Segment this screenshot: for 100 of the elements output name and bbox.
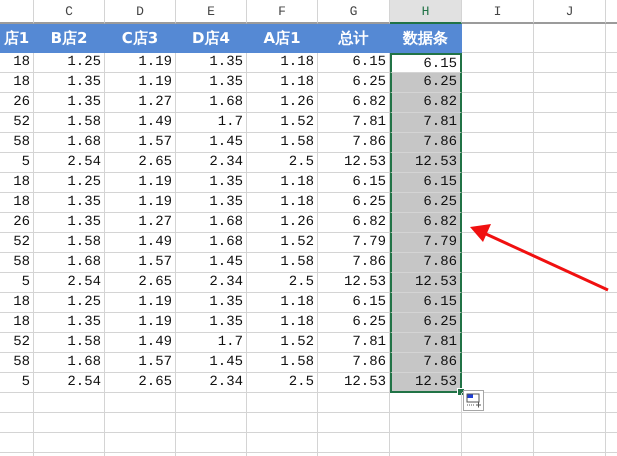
table-cell[interactable]: 7.81 (390, 333, 462, 353)
table-cell: 1.52 (247, 113, 318, 133)
table-cell[interactable]: 12.53 (390, 153, 462, 173)
table-cell[interactable]: 6.15 (390, 53, 462, 73)
table-cell: 2.5 (247, 373, 318, 393)
table-cell[interactable]: 6.82 (390, 93, 462, 113)
empty-cell (534, 253, 606, 273)
empty-cell (534, 293, 606, 313)
table-cell: 1.45 (176, 133, 247, 153)
empty-cell (0, 413, 34, 433)
table-cell: 1.35 (34, 193, 105, 213)
empty-cell (390, 433, 462, 453)
table-cell: 1.26 (247, 213, 318, 233)
table-cell: 5 (0, 273, 34, 293)
table-cell: 1.25 (34, 53, 105, 73)
empty-cell (34, 393, 105, 413)
empty-cell (34, 413, 105, 433)
empty-cell (105, 393, 176, 413)
table-cell: 52 (0, 333, 34, 353)
table-cell[interactable]: 12.53 (390, 373, 462, 393)
table-cell: 1.45 (176, 253, 247, 273)
table-cell: 1.26 (247, 93, 318, 113)
table-cell: 18 (0, 293, 34, 313)
table-cell: 1.18 (247, 53, 318, 73)
table-cell[interactable]: 6.82 (390, 213, 462, 233)
empty-cell (390, 413, 462, 433)
table-cell: 2.34 (176, 153, 247, 173)
empty-cell (534, 153, 606, 173)
table-cell[interactable]: 6.25 (390, 313, 462, 333)
empty-cell (462, 433, 534, 453)
table-cell: 1.58 (247, 133, 318, 153)
empty-cell (105, 433, 176, 453)
table-cell: 5 (0, 153, 34, 173)
empty-cell (176, 433, 247, 453)
table-cell: 1.19 (105, 173, 176, 193)
table-cell: 1.35 (34, 313, 105, 333)
table-cell[interactable]: 6.25 (390, 193, 462, 213)
empty-cell (0, 393, 34, 413)
table-cell[interactable]: 7.86 (390, 253, 462, 273)
table-cell: 1.35 (176, 193, 247, 213)
table-cell: 26 (0, 93, 34, 113)
table-cell: 1.18 (247, 293, 318, 313)
empty-cell (534, 373, 606, 393)
empty-cell (462, 413, 534, 433)
table-cell[interactable]: 7.79 (390, 233, 462, 253)
column-header[interactable]: J (534, 0, 606, 24)
table-cell: 1.68 (34, 353, 105, 373)
empty-cell (534, 333, 606, 353)
table-cell[interactable]: 6.15 (390, 173, 462, 193)
empty-cell (534, 24, 606, 53)
table-cell: 1.57 (105, 133, 176, 153)
table-cell[interactable]: 12.53 (390, 273, 462, 293)
empty-cell (534, 433, 606, 453)
empty-cell (534, 213, 606, 233)
table-cell[interactable]: 6.25 (390, 73, 462, 93)
quick-analysis-icon[interactable] (463, 390, 484, 411)
table-cell: 2.65 (105, 273, 176, 293)
table-cell: 58 (0, 353, 34, 373)
empty-cell (247, 393, 318, 413)
empty-cell (34, 433, 105, 453)
table-cell: 1.49 (105, 233, 176, 253)
column-header[interactable]: H (390, 0, 462, 24)
table-cell[interactable]: 7.86 (390, 353, 462, 373)
table-cell: 1.49 (105, 333, 176, 353)
empty-cell (534, 393, 606, 413)
table-cell: 1.58 (34, 333, 105, 353)
table-cell: 18 (0, 313, 34, 333)
table-cell: 1.19 (105, 73, 176, 93)
empty-cell (534, 353, 606, 373)
table-cell: 26 (0, 213, 34, 233)
table-cell: 1.35 (34, 93, 105, 113)
table-cell: 58 (0, 253, 34, 273)
empty-cell (318, 413, 390, 433)
empty-cell (318, 433, 390, 453)
table-cell: 2.54 (34, 273, 105, 293)
table-cell: 1.35 (176, 73, 247, 93)
table-cell: 1.35 (176, 313, 247, 333)
table-cell: 58 (0, 133, 34, 153)
table-cell[interactable]: 6.15 (390, 293, 462, 313)
table-cell: 1.35 (176, 53, 247, 73)
table-cell[interactable]: 7.81 (390, 113, 462, 133)
table-cell[interactable]: 7.86 (390, 133, 462, 153)
empty-cell (534, 193, 606, 213)
empty-cell (534, 413, 606, 433)
table-cell: 1.35 (34, 73, 105, 93)
table-cell: 1.19 (105, 293, 176, 313)
table-cell: 1.35 (34, 213, 105, 233)
empty-cell (318, 393, 390, 413)
table-cell: 1.7 (176, 333, 247, 353)
table-cell: 52 (0, 233, 34, 253)
table-cell: 1.58 (34, 233, 105, 253)
empty-cell (247, 433, 318, 453)
header-cell: B店2 (34, 24, 105, 53)
empty-cell (247, 413, 318, 433)
table-cell: 1.18 (247, 313, 318, 333)
table-cell: 1.57 (105, 253, 176, 273)
column-header[interactable]: I (462, 0, 534, 24)
empty-cell (390, 393, 462, 413)
table-cell: 2.34 (176, 273, 247, 293)
table-cell: 1.19 (105, 313, 176, 333)
